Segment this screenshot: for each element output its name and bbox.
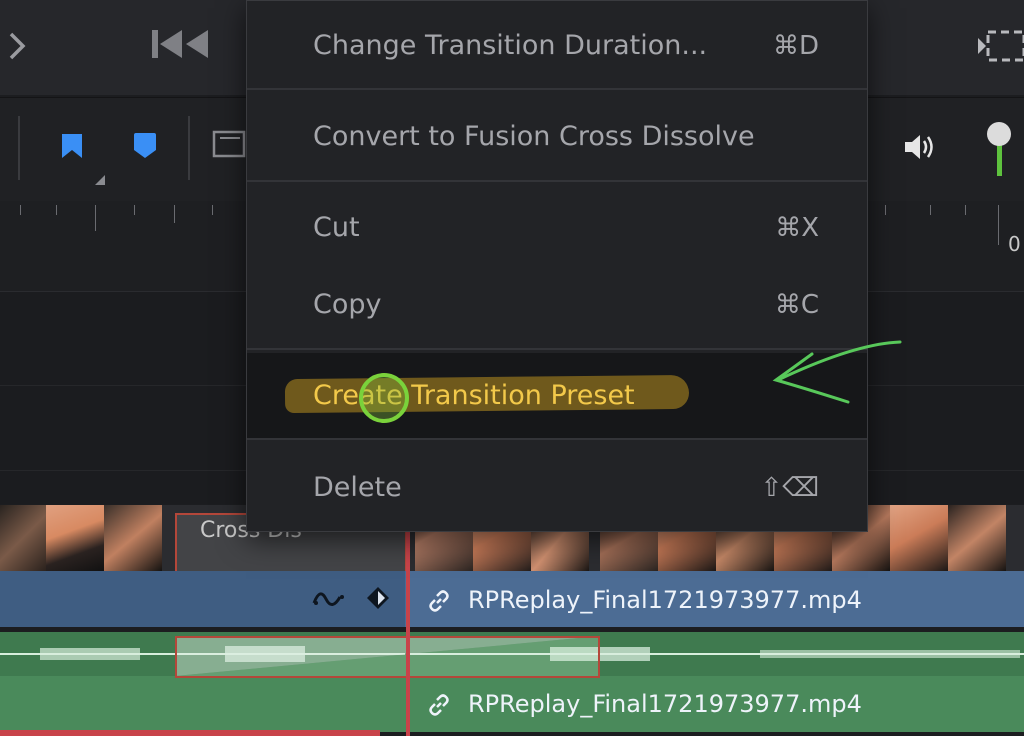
ruler-tick — [998, 205, 999, 245]
video-thumbnail — [948, 505, 1006, 571]
video-clip-name: RPReplay_Final1721973977.mp4 — [468, 586, 862, 614]
ruler-tick — [95, 205, 96, 231]
dropdown-corner-icon[interactable] — [95, 170, 105, 185]
toolbar-divider — [188, 116, 190, 180]
menu-item-label: Change Transition Duration... — [313, 30, 708, 61]
link-icon — [426, 588, 452, 614]
ruler-tick — [965, 205, 966, 215]
timeline-progress-bar — [0, 730, 380, 736]
video-thumbnail — [104, 505, 162, 571]
ruler-tick — [56, 205, 57, 215]
speaker-icon[interactable] — [902, 130, 938, 164]
volume-knob-icon[interactable] — [984, 120, 1014, 178]
annotation-arrow-icon — [764, 330, 909, 412]
ruler-tick — [930, 205, 931, 215]
menu-item-label: Delete — [313, 472, 402, 503]
flag-icon[interactable] — [60, 132, 84, 160]
ruler-tick — [134, 205, 135, 215]
ruler-tick — [174, 205, 175, 223]
link-icon — [426, 692, 452, 718]
menu-item-shortcut: ⌘X — [775, 213, 819, 243]
menu-divider — [247, 438, 867, 440]
context-menu: Change Transition Duration... ⌘D Convert… — [246, 0, 868, 532]
skip-to-start-icon[interactable] — [150, 24, 212, 64]
curve-icon[interactable] — [312, 585, 348, 611]
ruler-tick — [20, 205, 21, 215]
video-thumbnail — [46, 505, 104, 571]
toolbar-divider — [18, 116, 20, 180]
menu-item-convert-fusion-cross-dissolve[interactable]: Convert to Fusion Cross Dissolve — [247, 102, 867, 172]
audio-transition-outline — [175, 636, 600, 678]
menu-item-shortcut: ⇧⌫ — [760, 473, 819, 503]
menu-item-label: Cut — [313, 212, 360, 243]
marker-icon[interactable] — [132, 132, 156, 160]
menu-item-label: Copy — [313, 289, 382, 320]
clip-view-icon[interactable] — [976, 26, 1024, 66]
clip-icon[interactable] — [212, 128, 246, 160]
keyframe-icon[interactable] — [366, 586, 390, 610]
menu-item-change-transition-duration[interactable]: Change Transition Duration... ⌘D — [247, 11, 867, 81]
menu-divider — [247, 180, 867, 182]
menu-item-cut[interactable]: Cut ⌘X — [247, 193, 867, 263]
menu-item-label: Convert to Fusion Cross Dissolve — [313, 121, 755, 152]
menu-divider — [247, 88, 867, 90]
timecode-label: 0 — [1008, 232, 1021, 256]
video-thumbnail — [890, 505, 948, 571]
menu-item-delete[interactable]: Delete ⇧⌫ — [247, 453, 867, 523]
chevron-right-icon[interactable] — [6, 28, 28, 64]
ruler-tick — [885, 205, 886, 215]
audio-clip-name: RPReplay_Final1721973977.mp4 — [468, 690, 862, 718]
ruler-tick — [212, 205, 213, 215]
playhead[interactable] — [406, 505, 410, 736]
menu-item-shortcut: ⌘D — [772, 31, 819, 61]
cursor-indicator — [359, 373, 409, 423]
